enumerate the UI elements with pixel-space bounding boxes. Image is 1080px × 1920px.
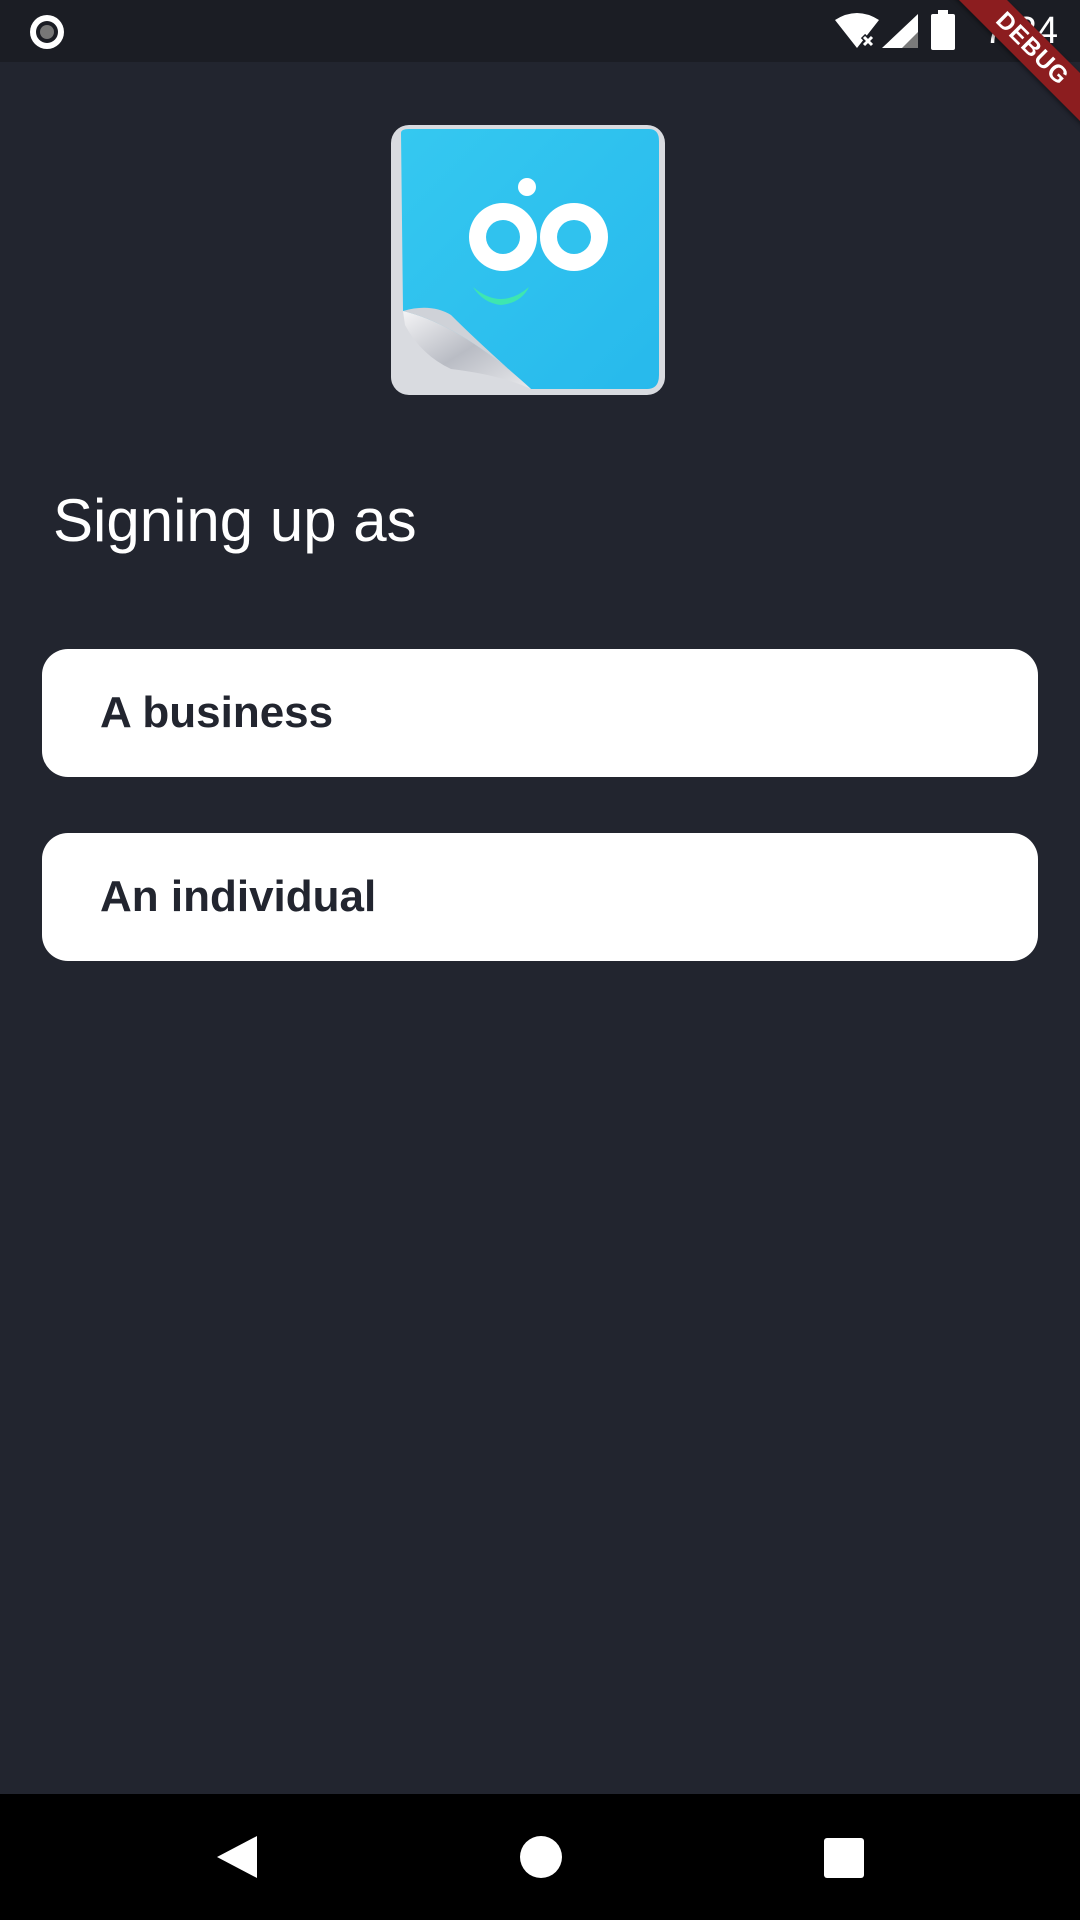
recents-icon[interactable] bbox=[823, 1837, 865, 1879]
record-icon bbox=[30, 15, 64, 49]
navigation-bar bbox=[0, 1794, 1080, 1920]
cell-signal-icon bbox=[882, 14, 918, 48]
screen: 7:34 DEBUG Signing up as A business An i… bbox=[0, 0, 1080, 1920]
wifi-off-icon bbox=[835, 13, 879, 49]
battery-icon bbox=[931, 10, 955, 50]
individual-option-button[interactable]: An individual bbox=[42, 833, 1038, 961]
page-title: Signing up as bbox=[53, 487, 417, 554]
back-icon[interactable] bbox=[215, 1834, 259, 1880]
business-option-button[interactable]: A business bbox=[42, 649, 1038, 777]
status-time: 7:34 bbox=[984, 10, 1058, 52]
app-logo bbox=[391, 125, 665, 395]
home-icon[interactable] bbox=[519, 1835, 563, 1879]
status-bar: 7:34 DEBUG bbox=[0, 0, 1080, 139]
